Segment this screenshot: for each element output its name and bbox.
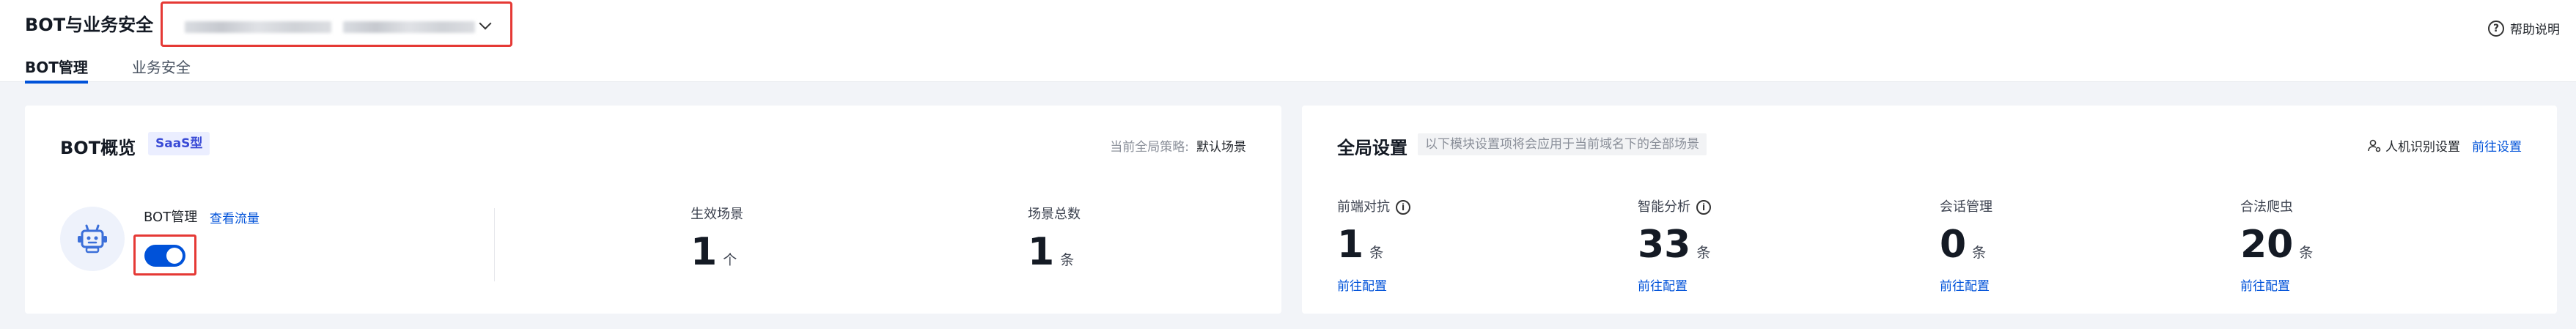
redacted-domain-text [185,21,331,33]
help-label: 帮助说明 [2510,23,2560,37]
captcha-setting-label: 人机识别设置 [2385,140,2460,155]
legal-crawler-config-link[interactable]: 前往配置 [2240,276,2313,294]
global-strategy: 当前全局策略: 默认场景 [1110,136,1246,155]
bot-management-toggle[interactable] [144,245,185,267]
info-icon[interactable]: i [1696,200,1711,215]
domain-select[interactable] [161,1,512,47]
frontend-defense-value: 1 [1337,223,1364,267]
session-management-stat: 会话管理 0 条 前往配置 [1940,196,1992,294]
bot-overview-card: BOT概览 SaaS型 当前全局策略: 默认场景 BOT管理 查看流量 生效场景 … [25,106,1281,314]
global-settings-card: 全局设置 以下模块设置项将会应用于当前域名下的全部场景 人机识别设置 前往设置 … [1302,106,2557,314]
total-scenes-stat: 场景总数 1 条 [1028,204,1081,273]
tab-business-security[interactable]: 业务安全 [132,54,191,82]
saas-tag: SaaS型 [148,132,210,155]
page-title: BOT与业务安全 [25,15,154,35]
smart-analysis-stat: 智能分析 i 33 条 前往配置 [1638,196,1711,294]
divider [494,208,495,281]
user-gear-icon [2368,139,2381,152]
captcha-setting-link[interactable]: 前往设置 [2472,136,2522,155]
question-circle-icon: ? [2488,20,2504,37]
page-header: BOT与业务安全 ? 帮助说明 BOT管理 业务安全 [0,0,2576,84]
bot-management-label: BOT管理 [144,210,198,225]
info-icon[interactable]: i [1396,200,1410,215]
session-management-unit: 条 [1972,245,1987,261]
captcha-setting: 人机识别设置 前往设置 [2368,136,2522,155]
legal-crawler-stat: 合法爬虫 20 条 前往配置 [2240,196,2313,294]
frontend-defense-unit: 条 [1369,245,1384,261]
tab-bot-management[interactable]: BOT管理 [25,54,88,84]
effective-scenes-value: 1 [691,230,718,274]
smart-analysis-unit: 条 [1696,245,1711,261]
global-settings-hint: 以下模块设置项将会应用于当前域名下的全部场景 [1418,133,1707,155]
toggle-knob [166,248,183,264]
frontend-defense-stat: 前端对抗 i 1 条 前往配置 [1337,196,1410,294]
total-scenes-value: 1 [1028,230,1055,274]
session-management-label: 会话管理 [1940,199,1992,215]
help-link[interactable]: ? 帮助说明 [2488,19,2560,37]
legal-crawler-unit: 条 [2299,245,2314,261]
bot-overview-title: BOT概览 [60,138,136,158]
redacted-domain-text [343,21,475,33]
view-traffic-link[interactable]: 查看流量 [210,208,260,226]
total-scenes-unit: 条 [1060,252,1075,268]
robot-icon [60,207,125,271]
strategy-value: 默认场景 [1196,140,1246,155]
strategy-label: 当前全局策略: [1110,140,1189,155]
effective-scenes-label: 生效场景 [691,207,743,222]
bot-toggle-highlight [133,234,196,276]
tab-bar: BOT管理 业务安全 [25,54,235,84]
smart-analysis-label: 智能分析 [1638,199,1690,215]
effective-scenes-unit: 个 [723,252,737,268]
session-management-config-link[interactable]: 前往配置 [1940,276,1992,294]
session-management-value: 0 [1940,223,1967,267]
frontend-defense-config-link[interactable]: 前往配置 [1337,276,1410,294]
global-settings-title: 全局设置 [1337,138,1407,158]
smart-analysis-config-link[interactable]: 前往配置 [1638,276,1711,294]
legal-crawler-label: 合法爬虫 [2240,199,2293,215]
legal-crawler-value: 20 [2240,223,2294,267]
effective-scenes-stat: 生效场景 1 个 [691,204,743,273]
total-scenes-label: 场景总数 [1028,207,1081,222]
chevron-down-icon [479,17,492,30]
smart-analysis-value: 33 [1638,223,1691,267]
frontend-defense-label: 前端对抗 [1337,199,1390,215]
